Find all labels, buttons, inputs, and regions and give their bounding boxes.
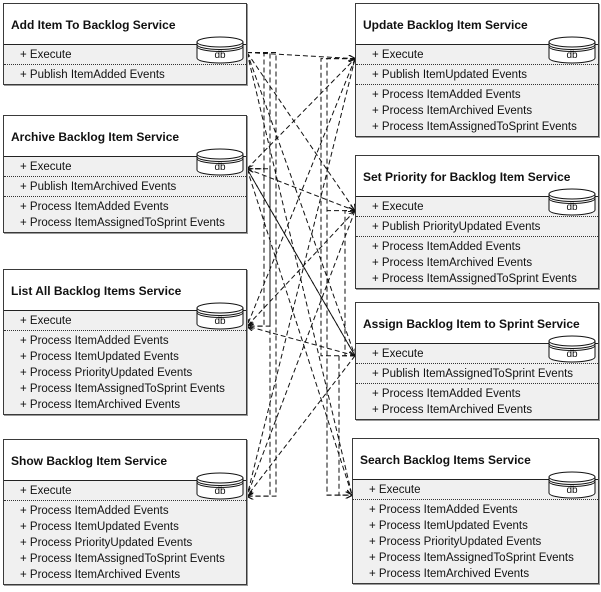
event-flow-priority-to-show (247, 210, 356, 496)
event-flow-update-to-list (247, 58, 356, 326)
operation-section: + Publish PriorityUpdated Events (356, 216, 598, 236)
operation-item: + Process ItemAdded Events (20, 335, 169, 347)
database-icon: db (548, 335, 596, 363)
svg-text:db: db (214, 316, 226, 327)
svg-text:db: db (214, 486, 226, 497)
service-box-assign[interactable]: Assign Backlog Item to Sprint Service + E… (355, 302, 599, 420)
operation-section: + Process ItemAdded Events + Process Item… (4, 330, 246, 414)
operation-section: + Process ItemAdded Events + Process Item… (356, 84, 598, 136)
operation-item: + Process ItemArchived Events (20, 569, 181, 581)
service-box-archive[interactable]: Archive Backlog Item Service + Execute + P… (3, 115, 247, 233)
operation-item: + Process ItemAdded Events (372, 89, 521, 101)
database-icon: db (548, 188, 596, 216)
event-flow-add-to-search (246, 52, 352, 495)
operation-item: + Process ItemArchived Events (372, 105, 533, 117)
operation-item: + Process ItemAssignedToSprint Events (372, 273, 577, 285)
operation-item: + Process ItemUpdated Events (369, 520, 528, 532)
operation-item: + Process PriorityUpdated Events (369, 536, 542, 548)
svg-text:db: db (566, 202, 578, 213)
service-box-update[interactable]: Update Backlog Item Service + Execute + Pu… (355, 3, 599, 137)
operation-item: + Process ItemArchived Events (372, 257, 533, 269)
database-icon: db (548, 471, 596, 499)
operation-item: + Process ItemAssignedToSprint Events (20, 553, 225, 565)
event-flow-add-to-list (247, 51, 271, 326)
event-flow-add-to-show (247, 51, 277, 496)
service-box-add[interactable]: Add Item To Backlog Service + Execute + Pu… (3, 3, 247, 85)
event-flow-archive-to-assign (246, 168, 355, 356)
svg-text:db: db (566, 485, 578, 496)
database-icon: db (196, 302, 244, 330)
event-flow-archive-to-search (246, 168, 352, 495)
event-flow-priority-to-list (247, 210, 356, 326)
operation-item: + Publish ItemUpdated Events (372, 69, 528, 81)
event-flow-add-to-assign (246, 52, 355, 355)
database-icon: db (196, 472, 244, 500)
operation-section: + Process ItemAdded Events + Process Item… (356, 236, 598, 288)
operation-section: + Process ItemAdded Events + Process Item… (4, 196, 246, 232)
operation-item: + Process ItemAssignedToSprint Events (369, 552, 574, 564)
operation-item: + Process ItemAdded Events (20, 505, 169, 517)
operation-section: + Publish ItemAdded Events (4, 64, 246, 84)
svg-text:db: db (566, 349, 578, 360)
service-box-priority[interactable]: Set Priority for Backlog Item Service + E… (355, 155, 599, 289)
event-flow-update-to-show (247, 58, 356, 496)
operation-item: + Publish ItemAssignedToSprint Events (372, 368, 574, 380)
event-flow-priority-to-search (326, 210, 355, 495)
operation-item: + Publish ItemAdded Events (20, 69, 165, 81)
operation-item: + Publish ItemArchived Events (20, 181, 177, 193)
operation-section: + Process ItemAdded Events + Process Item… (4, 500, 246, 584)
event-flow-add-to-priority (246, 52, 355, 210)
database-icon: db (196, 148, 244, 176)
operation-item: + Process ItemUpdated Events (20, 351, 179, 363)
operation-section: + Publish ItemArchived Events (4, 176, 246, 196)
operation-item: + Process ItemAdded Events (369, 504, 518, 516)
operation-item: + Process ItemAdded Events (372, 241, 521, 253)
operation-item: + Process ItemAdded Events (20, 201, 169, 213)
operation-item: + Process PriorityUpdated Events (20, 367, 193, 379)
operation-item: + Process ItemArchived Events (372, 404, 533, 416)
event-flow-update-to-search (326, 58, 355, 495)
svg-text:db: db (214, 162, 226, 173)
operation-item: + Process ItemAdded Events (372, 388, 521, 400)
event-flow-archive-to-priority (246, 168, 355, 211)
event-flow-assign-to-list (247, 326, 356, 357)
event-flow-assign-to-update (320, 59, 355, 357)
event-flow-archive-to-show (247, 168, 271, 496)
event-flow-assign-to-archive (247, 169, 356, 357)
database-icon: db (196, 36, 244, 64)
database-icon: db (548, 36, 596, 64)
event-flow-assign-to-show (247, 355, 356, 496)
operation-item: + Process ItemArchived Events (20, 399, 181, 411)
service-box-show[interactable]: Show Backlog Item Service + Execute + Proc… (3, 439, 247, 585)
event-flow-archive-to-update (246, 59, 355, 170)
operation-item: + Process ItemAssignedToSprint Events (20, 383, 225, 395)
operation-section: + Process ItemAdded Events + Process Item… (353, 499, 598, 583)
event-flow-archive-to-list (247, 168, 265, 326)
operation-item: + Process ItemArchived Events (369, 568, 530, 580)
event-flow-add-to-archive (247, 51, 265, 168)
operation-item: + Publish PriorityUpdated Events (372, 221, 541, 233)
operation-item: + Process ItemAssignedToSprint Events (372, 121, 577, 133)
operation-item: + Process ItemUpdated Events (20, 521, 179, 533)
operation-section: + Publish ItemAssignedToSprint Events (356, 363, 598, 383)
svg-text:db: db (214, 50, 226, 61)
event-flow-add-to-update (246, 51, 355, 58)
operation-item: + Process PriorityUpdated Events (20, 537, 193, 549)
operation-section: + Publish ItemUpdated Events (356, 64, 598, 84)
svg-text:db: db (566, 50, 578, 61)
service-box-list[interactable]: List All Backlog Items Service + Execute +… (3, 269, 247, 415)
operation-section: + Process ItemAdded Events + Process Item… (356, 383, 598, 419)
operation-item: + Process ItemAssignedToSprint Events (20, 217, 225, 229)
event-flow-assign-to-priority (344, 211, 355, 357)
service-box-search[interactable]: Search Backlog Items Service + Execute + P… (352, 438, 599, 584)
